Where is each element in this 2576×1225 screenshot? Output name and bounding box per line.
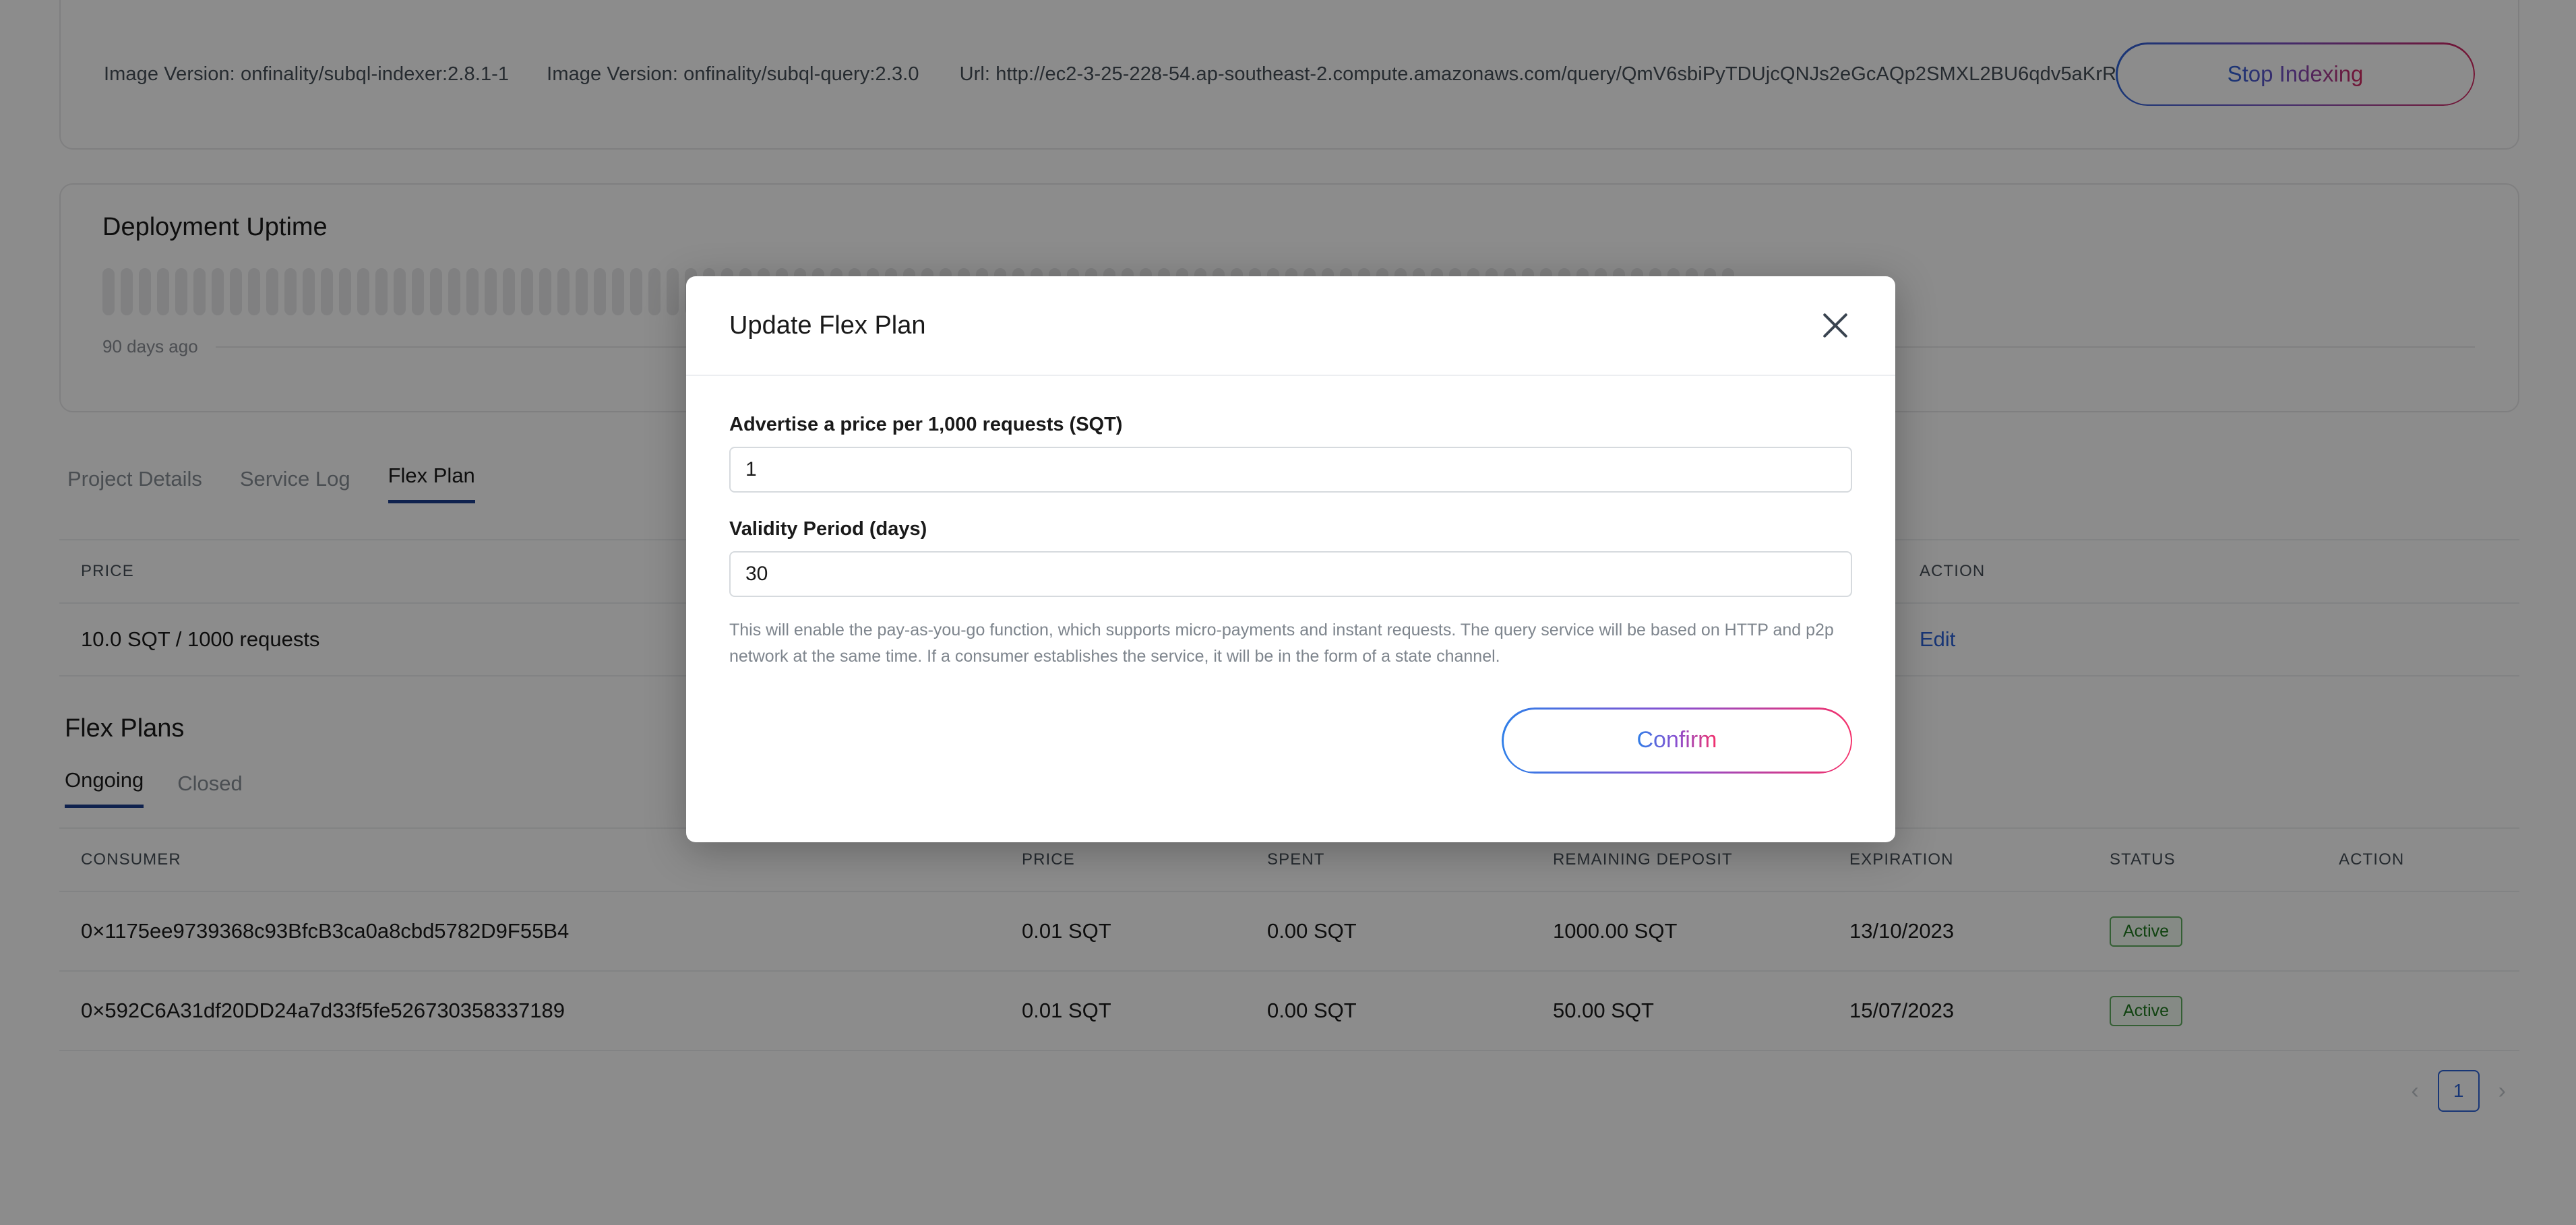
validity-field-label: Validity Period (days) bbox=[729, 518, 927, 540]
modal-footer: Confirm bbox=[686, 670, 1895, 774]
modal-title: Update Flex Plan bbox=[729, 311, 926, 340]
confirm-label: Confirm bbox=[1636, 727, 1717, 753]
modal-header: Update Flex Plan bbox=[686, 276, 1895, 376]
price-field-label: Advertise a price per 1,000 requests (SQ… bbox=[729, 414, 1123, 435]
update-flex-plan-modal: Update Flex Plan Advertise a price per 1… bbox=[686, 276, 1895, 842]
price-input[interactable] bbox=[729, 447, 1852, 493]
modal-body: Advertise a price per 1,000 requests (SQ… bbox=[686, 376, 1895, 670]
validity-period-input[interactable] bbox=[729, 551, 1852, 597]
modal-note: This will enable the pay-as-you-go funct… bbox=[729, 621, 1834, 666]
close-icon[interactable] bbox=[1817, 307, 1853, 344]
confirm-button[interactable]: Confirm bbox=[1502, 707, 1852, 774]
